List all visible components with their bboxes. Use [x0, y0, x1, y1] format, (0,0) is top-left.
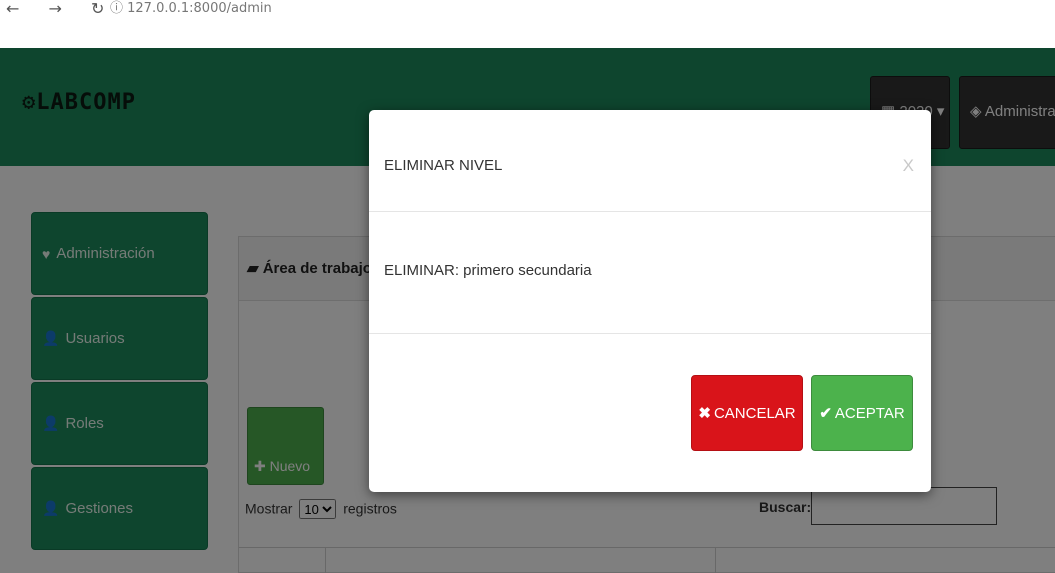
modal-body: ELIMINAR: primero secundaria — [369, 212, 931, 334]
delete-level-modal: ELIMINAR NIVEL X ELIMINAR: primero secun… — [369, 110, 931, 492]
cancel-button[interactable]: ✖ CANCELAR — [691, 375, 803, 451]
check-icon: ✔ — [819, 405, 832, 422]
address-bar[interactable]: ⓘ 127.0.0.1:8000/admin — [110, 0, 272, 18]
modal-message: ELIMINAR: primero secundaria — [384, 262, 592, 279]
modal-header: ELIMINAR NIVEL X — [369, 110, 931, 212]
modal-title: ELIMINAR NIVEL — [384, 157, 503, 174]
accept-button[interactable]: ✔ ACEPTAR — [811, 375, 913, 451]
browser-nav-buttons[interactable]: ← → ↻ — [6, 0, 116, 18]
cancel-button-label: CANCELAR — [713, 404, 796, 422]
x-icon: ✖ — [698, 405, 711, 422]
accept-button-label: ACEPTAR — [834, 404, 905, 422]
close-icon[interactable]: X — [903, 156, 914, 176]
browser-bar: ← → ↻ ⓘ 127.0.0.1:8000/admin — [0, 0, 1055, 36]
modal-footer: ✖ CANCELAR ✔ ACEPTAR — [369, 334, 931, 491]
